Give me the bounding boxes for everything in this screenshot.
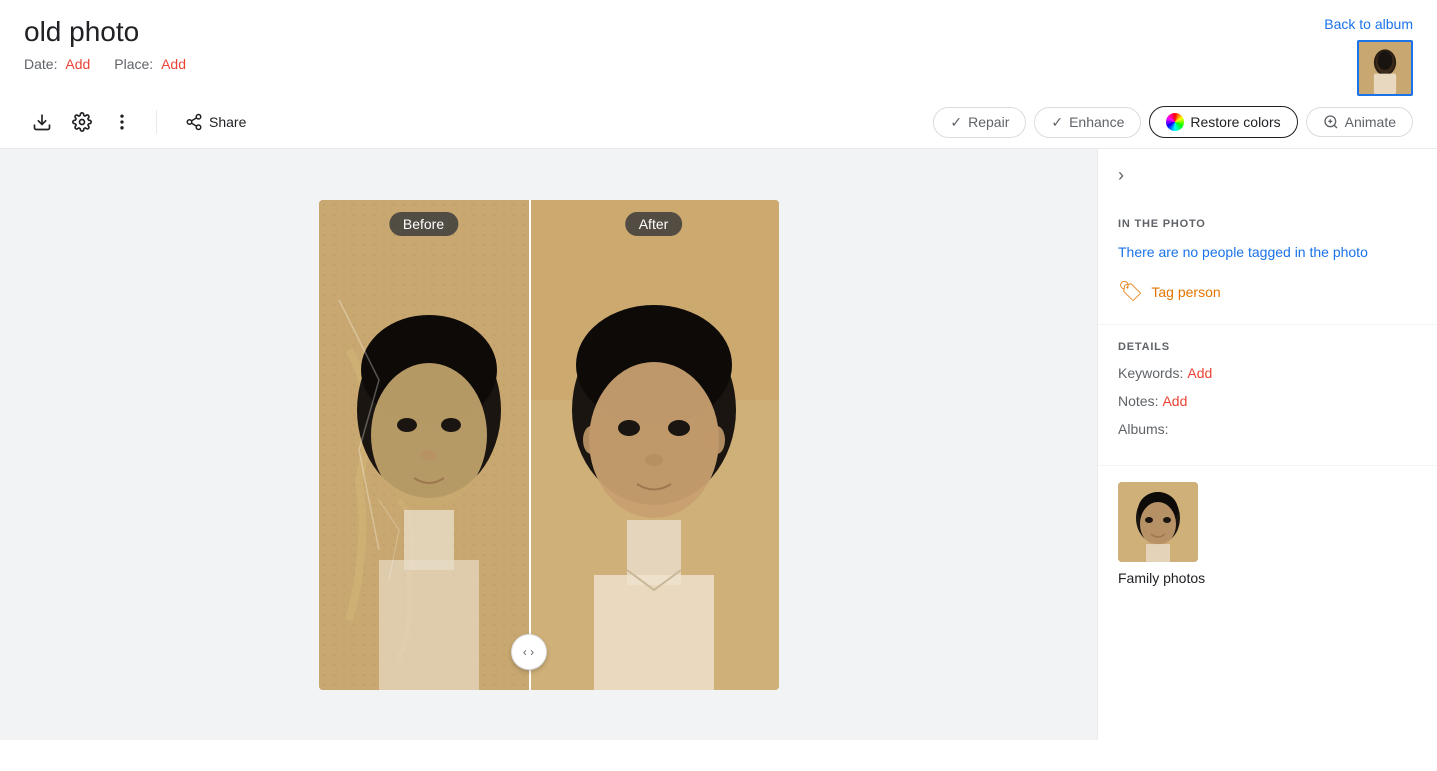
date-meta: Date: Add (24, 56, 90, 72)
place-meta: Place: Add (114, 56, 186, 72)
enhance-button[interactable]: ✓ Enhance (1034, 107, 1141, 138)
sidebar: › IN THE PHOTO There are no people tagge… (1097, 149, 1437, 740)
notes-row: Notes: Add (1118, 393, 1417, 409)
keywords-label: Keywords: (1118, 365, 1183, 381)
tag-person-button[interactable]: 🏷 Tag person (1118, 275, 1221, 308)
photo-container: Before (319, 200, 779, 690)
keywords-add-link[interactable]: Add (1187, 365, 1212, 381)
tag-person-label: Tag person (1151, 284, 1220, 300)
download-button[interactable] (24, 104, 60, 140)
keywords-row: Keywords: Add (1118, 365, 1417, 381)
photo-area: Before (0, 149, 1097, 740)
before-photo-svg (319, 200, 529, 690)
album-thumbnail[interactable] (1118, 482, 1198, 562)
photo-meta: Date: Add Place: Add (24, 56, 186, 72)
color-wheel-icon (1166, 113, 1184, 131)
header-right: Back to album (1324, 16, 1413, 96)
back-to-album-link[interactable]: Back to album (1324, 16, 1413, 32)
enhance-label: Enhance (1069, 114, 1124, 130)
repair-check-icon: ✓ (950, 114, 962, 131)
page-header: old photo Date: Add Place: Add Back to a… (0, 0, 1437, 96)
toolbar: Share ✓ Repair ✓ Enhance Restore colors … (0, 96, 1437, 149)
repair-button[interactable]: ✓ Repair (933, 107, 1026, 138)
album-thumb-image (1359, 42, 1411, 94)
notes-add-link[interactable]: Add (1162, 393, 1187, 409)
no-people-text: There are no people tagged in the photo (1118, 242, 1417, 263)
album-thumb-svg (1118, 482, 1198, 562)
animate-icon (1323, 114, 1339, 130)
date-add-link[interactable]: Add (65, 56, 90, 72)
more-vert-icon (112, 112, 132, 132)
main-content: Before (0, 149, 1437, 740)
edit-tools: ✓ Repair ✓ Enhance Restore colors Animat… (933, 106, 1413, 138)
in-the-photo-title: IN THE PHOTO (1118, 218, 1417, 230)
photo-title: old photo (24, 16, 186, 48)
before-after-divider (529, 200, 531, 690)
before-label: Before (389, 212, 458, 236)
album-thumb-svg (1359, 40, 1411, 96)
toolbar-icons (24, 104, 140, 140)
photo-before: Before (319, 200, 529, 690)
after-photo-svg (529, 200, 779, 690)
place-add-link[interactable]: Add (161, 56, 186, 72)
album-thumbnail-header[interactable] (1357, 40, 1413, 96)
sidebar-toggle-button[interactable]: › (1098, 149, 1437, 202)
animate-button[interactable]: Animate (1306, 107, 1413, 137)
album-name: Family photos (1118, 570, 1417, 586)
share-icon (185, 113, 203, 131)
download-icon (32, 112, 52, 132)
tag-icon: 🏷 (1118, 279, 1143, 304)
share-label: Share (209, 114, 246, 130)
restore-colors-button[interactable]: Restore colors (1149, 106, 1297, 138)
enhance-check-icon: ✓ (1051, 114, 1063, 131)
restore-colors-label: Restore colors (1190, 114, 1280, 130)
details-title: DETAILS (1118, 341, 1417, 353)
photo-after: After (529, 200, 779, 690)
drag-handle[interactable]: ‹ › (511, 634, 547, 670)
header-left: old photo Date: Add Place: Add (24, 16, 186, 72)
settings-button[interactable] (64, 104, 100, 140)
drag-handle-icon: ‹ › (523, 645, 534, 659)
notes-label: Notes: (1118, 393, 1158, 409)
albums-label: Albums: (1118, 421, 1169, 437)
after-label: After (625, 212, 683, 236)
animate-label: Animate (1345, 114, 1396, 130)
gear-icon (72, 112, 92, 132)
details-section: DETAILS Keywords: Add Notes: Add Albums: (1098, 325, 1437, 466)
in-the-photo-section: IN THE PHOTO There are no people tagged … (1098, 202, 1437, 325)
albums-row: Albums: (1118, 421, 1417, 437)
more-options-button[interactable] (104, 104, 140, 140)
toolbar-divider (156, 110, 157, 134)
albums-section: Family photos (1098, 466, 1437, 602)
chevron-right-icon: › (1118, 165, 1124, 185)
repair-label: Repair (968, 114, 1009, 130)
share-button[interactable]: Share (173, 107, 258, 137)
